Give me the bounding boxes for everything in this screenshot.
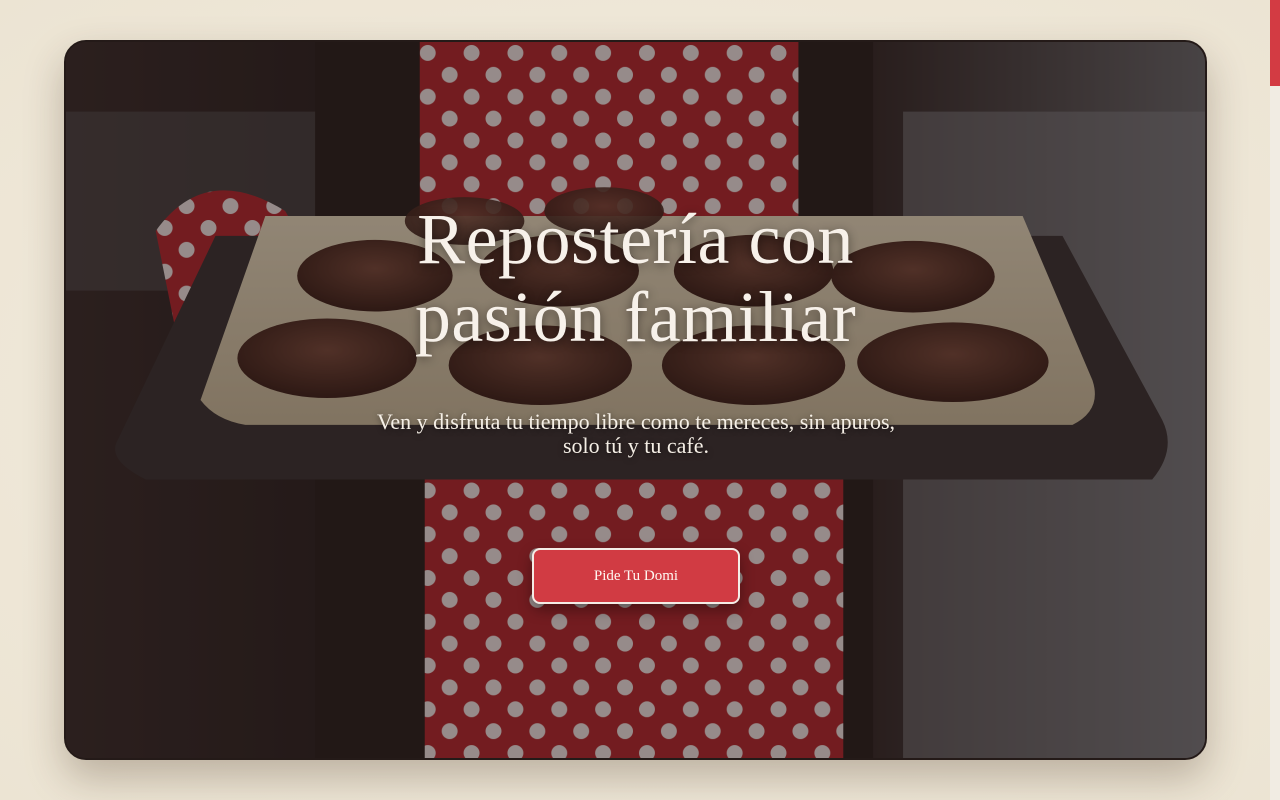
hero-title-line-2: pasión familiar bbox=[414, 277, 857, 357]
hero-dark-overlay bbox=[66, 42, 1205, 758]
hero-title-line-1: Repostería con bbox=[417, 199, 854, 279]
scrollbar-track[interactable] bbox=[1270, 0, 1280, 800]
order-delivery-button[interactable]: Pide Tu Domi bbox=[532, 548, 740, 604]
hero-banner: Repostería con pasión familiar Ven y dis… bbox=[64, 40, 1207, 760]
hero-subtitle: Ven y disfruta tu tiempo libre como te m… bbox=[376, 409, 896, 458]
page: Repostería con pasión familiar Ven y dis… bbox=[0, 0, 1280, 800]
hero-title: Repostería con pasión familiar bbox=[66, 200, 1205, 356]
scrollbar-thumb[interactable] bbox=[1270, 0, 1280, 86]
